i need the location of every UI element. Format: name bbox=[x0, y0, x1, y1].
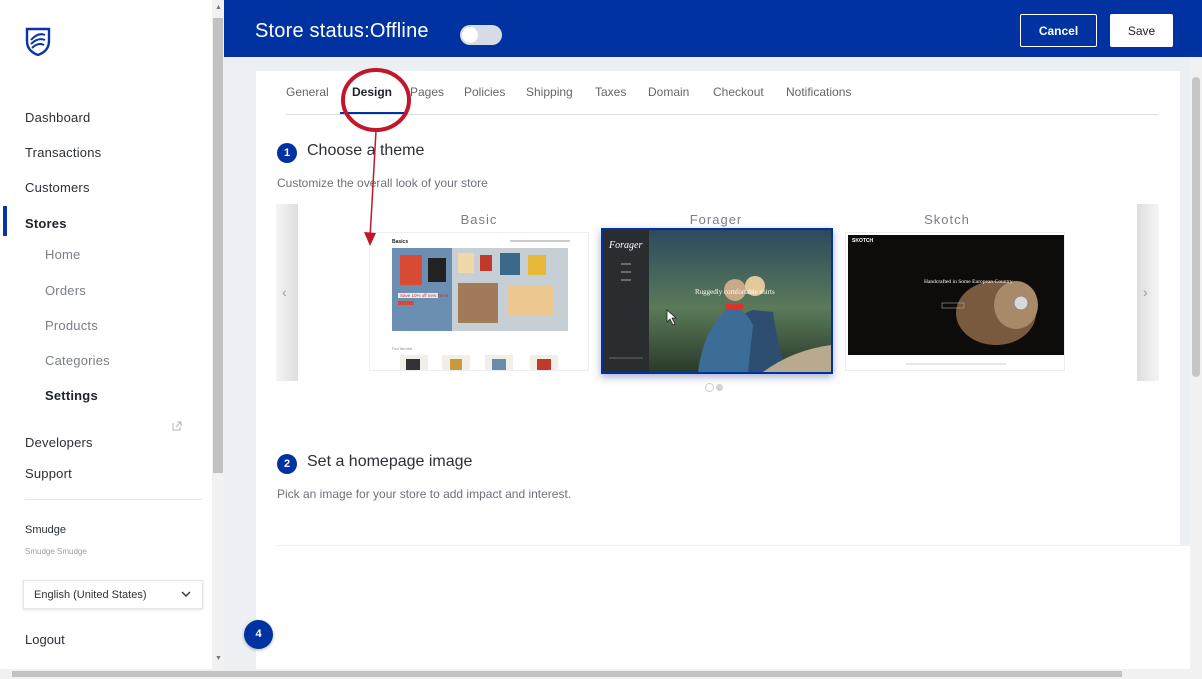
carousel-prev-button[interactable]: ‹ bbox=[276, 204, 298, 381]
carousel-next-button[interactable]: › bbox=[1137, 204, 1159, 381]
tab-policies[interactable]: Policies bbox=[464, 85, 505, 99]
horizontal-scrollbar[interactable] bbox=[0, 669, 1202, 679]
forager-preview-heading: Ruggedly comfortable shirts bbox=[695, 288, 775, 296]
sidebar-scrollbar[interactable]: ▲ ▼ bbox=[212, 0, 224, 669]
skotch-preview-heading: Handcrafted in Some European Country bbox=[924, 278, 1013, 285]
bank-shield-logo-icon[interactable] bbox=[24, 26, 52, 56]
sidebar-item-products[interactable]: Products bbox=[45, 318, 98, 333]
sidebar-item-stores[interactable]: Stores bbox=[25, 216, 67, 231]
tab-general[interactable]: General bbox=[286, 85, 329, 99]
language-select-value: English (United States) bbox=[34, 589, 147, 601]
logout-link[interactable]: Logout bbox=[25, 632, 65, 647]
scroll-down-arrow-icon[interactable]: ▼ bbox=[215, 655, 222, 662]
chevron-down-icon bbox=[181, 591, 191, 597]
user-name: Smudge bbox=[25, 524, 66, 536]
basic-theme-preview: Basics Save 10% off new items Find the b… bbox=[370, 233, 588, 370]
tab-shipping[interactable]: Shipping bbox=[526, 85, 573, 99]
theme-card-basic[interactable]: Basics Save 10% off new items Find the b… bbox=[369, 232, 589, 371]
sidebar-item-dashboard[interactable]: Dashboard bbox=[25, 110, 90, 125]
basic-preview-heading: Basics bbox=[392, 239, 408, 245]
settings-panel: General Design Pages Policies Shipping T… bbox=[256, 71, 1193, 669]
store-status-title: Store status:Offline bbox=[255, 20, 429, 42]
skotch-preview-logo: SKOTCH bbox=[852, 238, 874, 244]
basic-preview-banner: Save 10% off new items bbox=[400, 293, 449, 298]
sidebar-item-categories[interactable]: Categories bbox=[45, 353, 110, 368]
sidebar-item-home[interactable]: Home bbox=[45, 247, 80, 262]
user-subtitle: Smudge Smudge bbox=[25, 547, 87, 556]
theme-card-skotch[interactable]: SKOTCH Handcrafted in Some European Coun… bbox=[845, 232, 1065, 371]
homepage-image-description: Pick an image for your store to add impa… bbox=[277, 487, 572, 501]
forager-preview-logo: Forager bbox=[608, 240, 642, 251]
basic-preview-subheading: Find the best bbox=[392, 347, 412, 351]
theme-label-forager: Forager bbox=[689, 212, 743, 227]
sidebar-item-customers[interactable]: Customers bbox=[25, 180, 90, 195]
theme-card-forager[interactable]: Forager Ruggedly comfortable shirts bbox=[601, 228, 833, 374]
horizontal-scrollbar-thumb[interactable] bbox=[12, 671, 1122, 677]
sidebar-item-settings[interactable]: Settings bbox=[45, 388, 98, 403]
choose-theme-title: Choose a theme bbox=[307, 142, 425, 159]
toggle-knob bbox=[462, 27, 478, 43]
tab-notifications[interactable]: Notifications bbox=[786, 85, 851, 99]
scroll-up-arrow-icon[interactable]: ▲ bbox=[215, 4, 222, 11]
chevron-right-icon: › bbox=[1143, 284, 1148, 300]
sidebar-item-support[interactable]: Support bbox=[25, 466, 72, 481]
tab-domain[interactable]: Domain bbox=[648, 85, 689, 99]
save-button[interactable]: Save bbox=[1110, 14, 1173, 47]
top-header: Store status:Offline Cancel Save bbox=[224, 0, 1202, 57]
theme-label-skotch: Skotch bbox=[924, 212, 970, 227]
tabs-divider bbox=[286, 114, 1158, 115]
floating-count-badge[interactable]: 4 bbox=[244, 620, 273, 649]
chevron-left-icon: ‹ bbox=[282, 284, 287, 300]
active-indicator bbox=[3, 206, 7, 236]
sidebar-item-developers[interactable]: Developers bbox=[25, 435, 93, 450]
tab-pages[interactable]: Pages bbox=[410, 85, 444, 99]
sidebar-divider bbox=[25, 499, 202, 500]
sidebar-scrollbar-thumb[interactable] bbox=[213, 18, 223, 473]
carousel-dot-1[interactable] bbox=[706, 384, 713, 391]
theme-label-basic: Basic bbox=[460, 212, 498, 227]
sidebar-item-orders[interactable]: Orders bbox=[45, 283, 86, 298]
tab-taxes[interactable]: Taxes bbox=[595, 85, 626, 99]
main-scrollbar[interactable] bbox=[1190, 57, 1202, 669]
forager-theme-preview: Forager Ruggedly comfortable shirts bbox=[603, 230, 831, 372]
sidebar: Dashboard Transactions Customers Stores … bbox=[0, 0, 212, 679]
tab-checkout[interactable]: Checkout bbox=[713, 85, 764, 99]
carousel-dot-2[interactable] bbox=[716, 384, 723, 391]
cancel-button[interactable]: Cancel bbox=[1020, 14, 1097, 47]
tab-design[interactable]: Design bbox=[352, 85, 392, 99]
language-select[interactable]: English (United States) bbox=[23, 580, 203, 609]
store-status-toggle[interactable] bbox=[460, 25, 502, 45]
homepage-image-title: Set a homepage image bbox=[307, 453, 473, 470]
homepage-image-picker[interactable] bbox=[277, 545, 1193, 669]
step-1-badge: 1 bbox=[277, 143, 297, 163]
main-scrollbar-thumb[interactable] bbox=[1192, 77, 1200, 377]
choose-theme-description: Customize the overall look of your store bbox=[277, 176, 488, 190]
external-link-icon[interactable] bbox=[172, 421, 182, 431]
sidebar-item-transactions[interactable]: Transactions bbox=[25, 145, 101, 160]
step-2-badge: 2 bbox=[277, 454, 297, 474]
skotch-theme-preview: SKOTCH Handcrafted in Some European Coun… bbox=[846, 233, 1064, 370]
